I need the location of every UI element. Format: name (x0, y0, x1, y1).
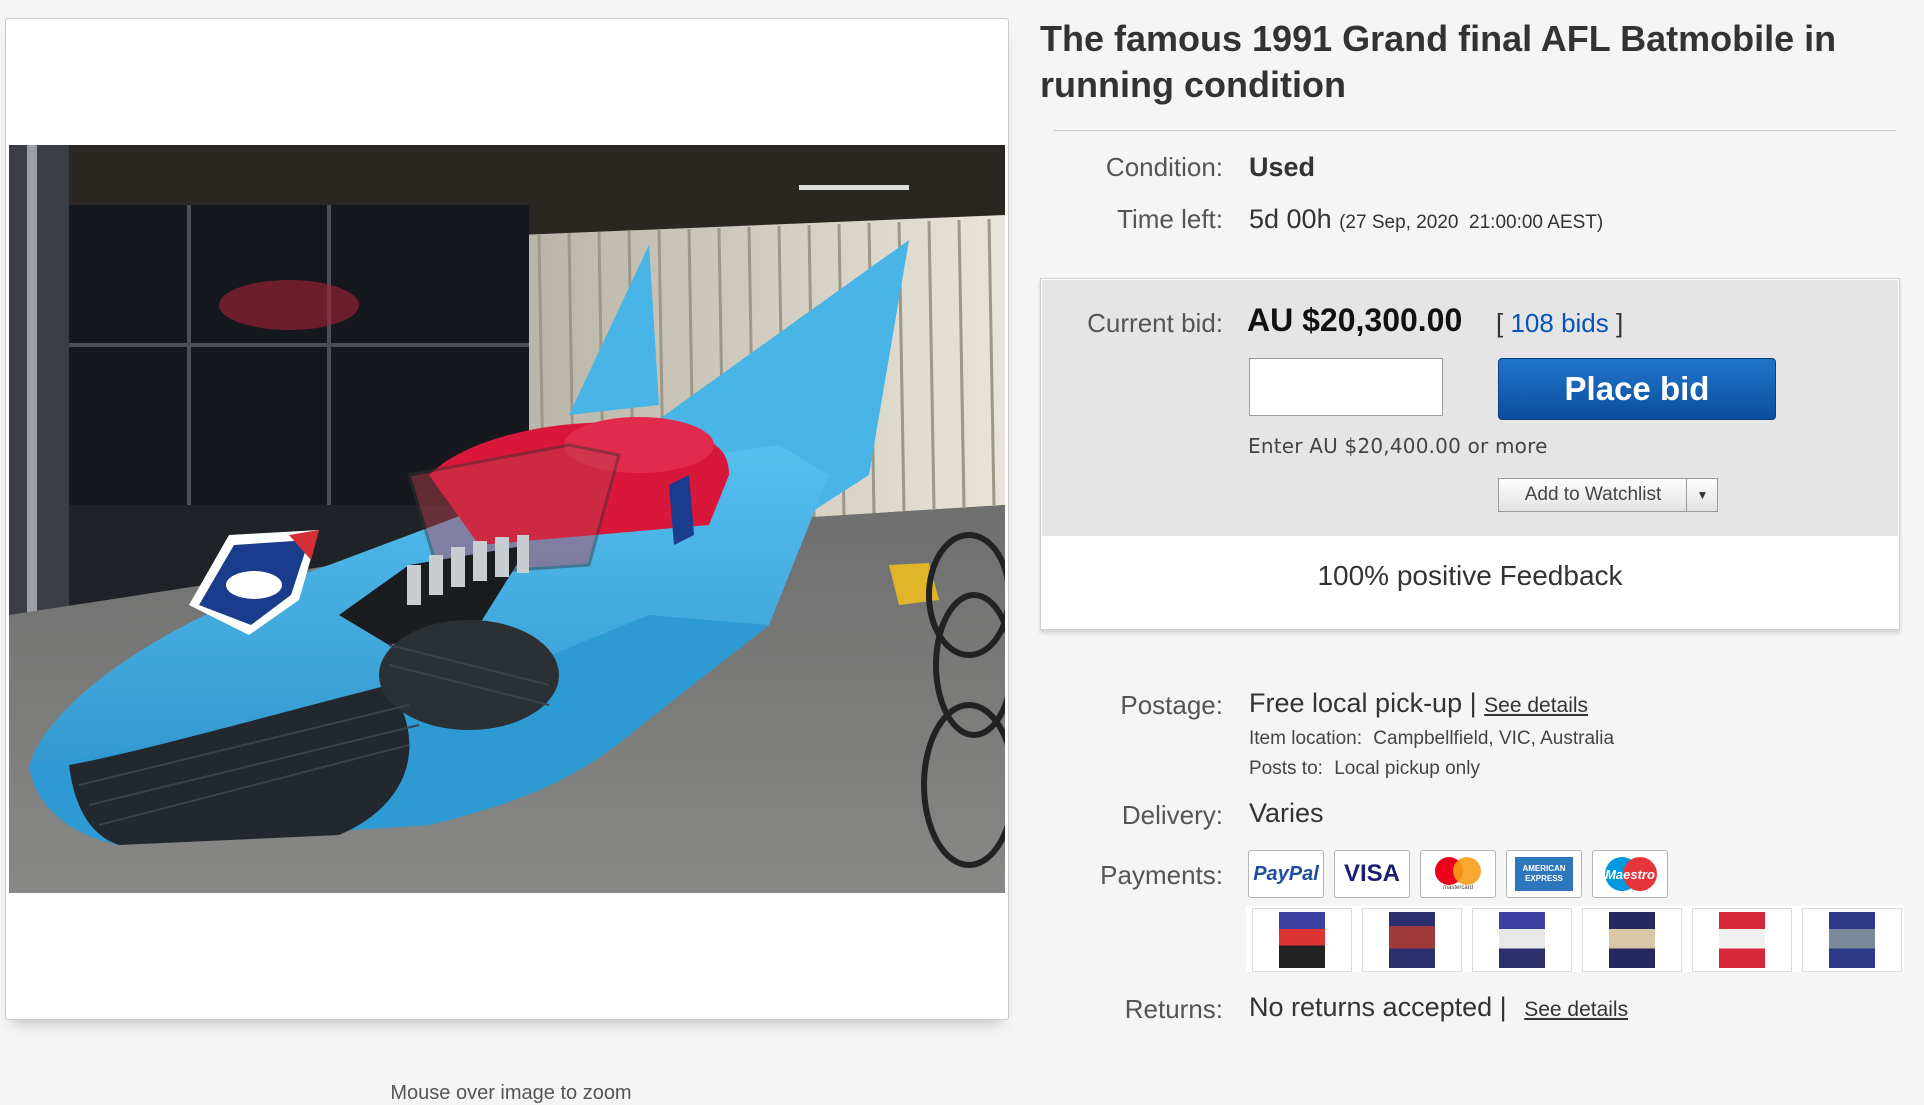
place-bid-button[interactable]: Place bid (1498, 358, 1776, 420)
related-item-thumbnail[interactable] (1802, 908, 1902, 972)
current-bid-amount: AU $20,300.00 (1247, 302, 1463, 338)
bid-history-link[interactable]: 108 bids (1510, 308, 1608, 338)
related-item-thumbnail[interactable] (1362, 908, 1462, 972)
item-location-value: Campbellfield, VIC, Australia (1373, 728, 1615, 749)
postage-value: Free local pick-up | See details (1249, 688, 1588, 719)
condition-value: Used (1249, 152, 1316, 182)
title-divider (1054, 130, 1896, 131)
maestro-icon: Maestro (1592, 850, 1668, 898)
bid-amount-input[interactable] (1249, 358, 1443, 416)
returns-label: Returns: (1124, 994, 1223, 1024)
item-title: The famous 1991 Grand final AFL Batmobil… (1040, 18, 1837, 105)
mastercard-icon: mastercard (1420, 850, 1496, 898)
amex-label: AMERICAN EXPRESS (1515, 857, 1573, 891)
bid-count: [ 108 bids ] (1496, 308, 1623, 339)
related-item-thumbnail[interactable] (1692, 908, 1792, 972)
time-left-value: 5d 00h (27 Sep, 2020 21:00:00 AEST) (1249, 204, 1603, 235)
delivery-label: Delivery: (1121, 800, 1223, 830)
posts-to: Posts to: Local pickup only (1249, 758, 1480, 780)
bid-hint: Enter AU $20,400.00 or more (1248, 434, 1548, 458)
add-to-watchlist-button[interactable]: Add to Watchlist (1498, 478, 1718, 512)
posts-to-label: Posts to: (1249, 758, 1323, 779)
condition-label: Condition: (1105, 152, 1223, 182)
returns-see-details-link[interactable]: See details (1524, 998, 1628, 1021)
image-card (5, 18, 1009, 1020)
item-location-label: Item location: (1249, 728, 1362, 749)
visa-icon: VISA (1334, 850, 1410, 898)
mastercard-label: mastercard (1442, 885, 1473, 891)
item-location: Item location: Campbellfield, VIC, Austr… (1249, 728, 1614, 750)
related-item-thumbnail[interactable] (1252, 908, 1352, 972)
visa-label: VISA (1343, 860, 1400, 887)
payments-label: Payments: (1100, 860, 1223, 890)
postage-see-details-link[interactable]: See details (1484, 694, 1588, 717)
time-left-remaining: 5d 00h (1249, 204, 1332, 234)
postage-label: Postage: (1120, 690, 1223, 720)
amex-icon: AMERICAN EXPRESS (1506, 850, 1582, 898)
returns-policy: No returns accepted (1249, 992, 1493, 1022)
chevron-down-icon: ▼ (1696, 488, 1709, 502)
bid-count-open: [ (1496, 308, 1504, 338)
batmobile-image (9, 145, 1005, 893)
bid-count-close: ] (1616, 308, 1624, 338)
current-bid-label: Current bid: (1087, 308, 1223, 338)
returns-separator: | (1499, 992, 1507, 1022)
delivery-value: Varies (1249, 798, 1324, 828)
time-left-label: Time left: (1117, 204, 1223, 234)
related-item-thumbnail[interactable] (1582, 908, 1682, 972)
returns-value: No returns accepted | See details (1249, 992, 1628, 1023)
postage-method: Free local pick-up (1249, 688, 1463, 718)
paypal-label: PayPal (1253, 862, 1319, 885)
postage-separator: | (1469, 688, 1477, 718)
maestro-label: Maestro (1605, 866, 1655, 882)
paypal-icon: PayPal (1248, 850, 1324, 898)
watchlist-label: Add to Watchlist (1524, 484, 1662, 505)
time-left-end: (27 Sep, 2020 21:00:00 AEST) (1339, 212, 1604, 233)
related-item-thumbnail[interactable] (1472, 908, 1572, 972)
posts-to-value: Local pickup only (1334, 758, 1480, 779)
watchlist-dropdown-button[interactable]: ▼ (1686, 478, 1718, 512)
zoom-hint: Mouse over image to zoom (390, 1082, 632, 1104)
item-photo[interactable] (9, 145, 1005, 893)
seller-feedback: 100% positive Feedback (1317, 560, 1623, 591)
